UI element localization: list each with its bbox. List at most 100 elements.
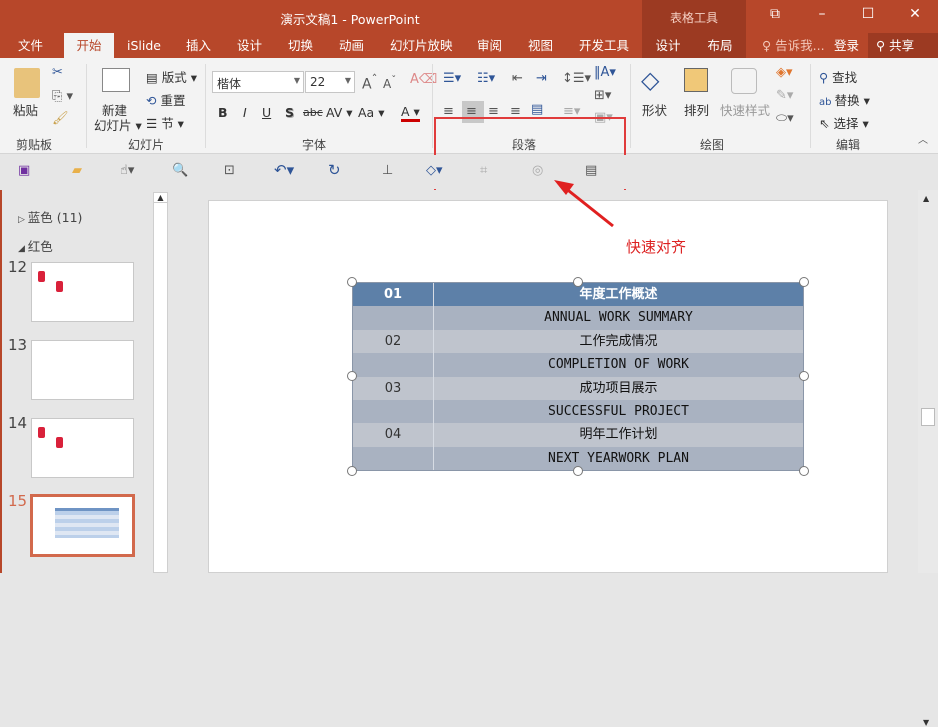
login-button[interactable]: 登录 (826, 33, 867, 58)
quick-styles-button[interactable]: 快速样式 (720, 100, 770, 119)
table-row[interactable]: 02 工作完成情况 (353, 329, 803, 354)
clear-format-icon[interactable]: A⌫ (410, 73, 437, 86)
number-cell[interactable] (353, 400, 434, 424)
table-row[interactable]: SUCCESSFUL PROJECT (353, 400, 803, 424)
find-button[interactable]: ⚲ 查找 (819, 67, 857, 86)
resize-handle[interactable] (573, 277, 583, 287)
copy-icon[interactable]: ⎘ ▾ (52, 90, 73, 103)
quick-styles-icon[interactable] (731, 68, 757, 94)
redo-icon[interactable]: ↻ (328, 163, 341, 178)
resize-handle[interactable] (799, 466, 809, 476)
tab-table-layout[interactable]: 布局 (694, 33, 746, 58)
text-cell[interactable]: 成功项目展示 (434, 377, 803, 400)
content-table[interactable]: 01 年度工作概述 ANNUAL WORK SUMMARY 02 工作完成情况 COMPL… (352, 282, 804, 471)
text-cell[interactable]: 明年工作计划 (434, 423, 803, 446)
shapes-button[interactable]: 形状 (642, 100, 667, 119)
shape-fill-icon[interactable]: ◈▾ (776, 66, 793, 79)
tab-view[interactable]: 视图 (520, 33, 561, 58)
tab-transitions[interactable]: 切换 (280, 33, 321, 58)
folder-icon[interactable]: ▰ (72, 164, 82, 177)
tab-design[interactable]: 设计 (229, 33, 270, 58)
text-cell[interactable]: COMPLETION OF WORK (434, 353, 803, 376)
number-cell[interactable] (353, 353, 434, 377)
close-button[interactable]: ✕ (900, 6, 930, 22)
share-button[interactable]: ⚲ 共享 (868, 33, 938, 58)
resize-handle[interactable] (573, 466, 583, 476)
text-direction-icon[interactable]: ‖A▾ (594, 66, 616, 79)
font-name-select[interactable]: 楷体 ▼ (212, 71, 304, 93)
number-cell[interactable]: 03 (353, 376, 434, 400)
change-case-button[interactable]: Aa ▾ (358, 105, 384, 120)
shape-effects-icon[interactable]: ⬭▾ (776, 112, 794, 125)
tab-table-design[interactable]: 设计 (642, 33, 694, 58)
font-size-select[interactable]: 22 ▼ (305, 71, 355, 93)
tab-developer[interactable]: 开发工具 (571, 33, 637, 58)
bullets-icon[interactable]: ☰▾ (443, 72, 461, 85)
slide-thumbnail-15[interactable] (30, 494, 135, 557)
reset-button[interactable]: ⟲ 重置 (146, 90, 185, 109)
italic-button[interactable]: I (243, 105, 247, 120)
table-row[interactable]: 03 成功项目展示 (353, 376, 803, 400)
table-row[interactable]: 04 明年工作计划 (353, 423, 803, 447)
number-cell[interactable]: 01 (353, 283, 434, 307)
slide-thumbnail-14[interactable] (31, 418, 134, 478)
tell-me-box[interactable]: ♀ 告诉我... (754, 33, 833, 58)
collapse-ribbon-icon[interactable]: ︿ (918, 136, 928, 146)
maximize-button[interactable]: ☐ (853, 6, 883, 22)
number-cell[interactable] (353, 306, 434, 330)
new-slide-button[interactable]: 幻灯片 ▾ (94, 115, 142, 134)
select-button[interactable]: ⇖ 选择 ▾ (819, 113, 869, 132)
shape-outline-icon[interactable]: ✎▾ (776, 89, 793, 102)
touch-icon[interactable]: ☝▾ (120, 164, 134, 177)
strikethrough-button[interactable]: abc (303, 106, 323, 119)
number-cell[interactable]: 04 (353, 423, 434, 447)
replace-button[interactable]: ab 替换 ▾ (819, 90, 870, 109)
paste-button[interactable]: 粘贴 (13, 100, 38, 119)
resize-handle[interactable] (347, 466, 357, 476)
grow-font-icon[interactable]: Aˆ (362, 73, 377, 92)
cut-icon[interactable]: ✂ (52, 66, 63, 79)
arrange-button[interactable]: 排列 (684, 100, 709, 119)
text-cell[interactable]: SUCCESSFUL PROJECT (434, 400, 803, 423)
tab-islide[interactable]: iSlide (119, 33, 169, 58)
arrange-icon[interactable] (684, 68, 708, 92)
paste-icon[interactable] (14, 68, 40, 98)
tab-animations[interactable]: 动画 (331, 33, 372, 58)
text-cell[interactable]: ANNUAL WORK SUMMARY (434, 306, 803, 329)
decrease-indent-icon[interactable]: ⇤ (512, 72, 523, 85)
number-cell[interactable]: 02 (353, 329, 434, 354)
tab-review[interactable]: 审阅 (469, 33, 510, 58)
section-blue[interactable]: ▷ 蓝色 (11) (18, 207, 82, 226)
canvas-scrollbar[interactable]: ▲ ▼ (918, 190, 938, 727)
resize-handle[interactable] (347, 277, 357, 287)
minimize-button[interactable]: – (807, 6, 837, 22)
tab-home[interactable]: 开始 (64, 33, 114, 58)
resize-handle[interactable] (799, 371, 809, 381)
align-text-icon[interactable]: ⊞▾ (594, 89, 611, 102)
save-icon[interactable]: ▣ (18, 164, 30, 177)
shape-icon[interactable]: ◇▾ (426, 164, 443, 177)
new-slide-icon[interactable] (102, 68, 130, 92)
panel-scrollbar[interactable]: ▲ (153, 192, 168, 573)
increase-indent-icon[interactable]: ⇥ (536, 72, 547, 85)
resize-handle[interactable] (799, 277, 809, 287)
text-cell[interactable]: NEXT YEARWORK PLAN (434, 447, 803, 470)
align-center-object-icon[interactable]: ⊥ (382, 164, 393, 177)
font-color-button[interactable]: A ▾ (401, 105, 420, 122)
section-button[interactable]: ☰ 节 ▾ (146, 113, 184, 132)
shadow-button[interactable]: S (285, 105, 294, 120)
number-cell[interactable] (353, 446, 434, 471)
ribbon-display-icon[interactable]: ⧉ (760, 6, 790, 22)
tab-file[interactable]: 文件 (10, 33, 51, 58)
tab-slideshow[interactable]: 幻灯片放映 (382, 33, 461, 58)
text-cell[interactable]: 年度工作概述 (434, 283, 803, 306)
text-cell[interactable]: 工作完成情况 (434, 330, 803, 353)
present-icon[interactable]: ⊡ (224, 164, 235, 177)
shrink-font-icon[interactable]: Aˇ (383, 76, 396, 91)
table-row[interactable]: ANNUAL WORK SUMMARY (353, 306, 803, 330)
line-spacing-icon[interactable]: ↕☰▾ (562, 72, 591, 85)
numbering-icon[interactable]: ☷▾ (477, 72, 495, 85)
char-spacing-button[interactable]: AV ▾ (326, 105, 353, 120)
layout-button[interactable]: ▤ 版式 ▾ (146, 67, 197, 86)
tab-insert[interactable]: 插入 (178, 33, 219, 58)
